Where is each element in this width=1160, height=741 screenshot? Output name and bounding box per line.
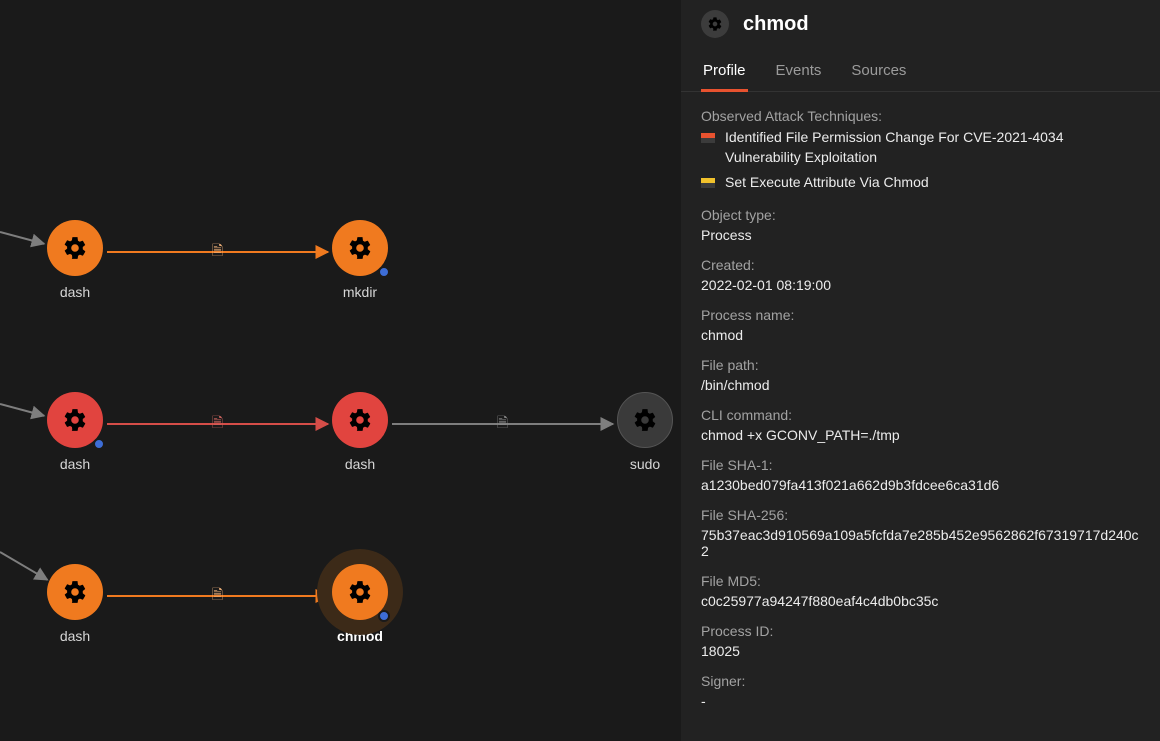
node-label: mkdir	[320, 284, 400, 300]
field-label: Signer:	[701, 673, 1140, 689]
panel-title: chmod	[743, 13, 809, 36]
field-label: File SHA-1:	[701, 457, 1140, 473]
process-graph[interactable]: dash mkdir dash dash sudo dash chmod 🗎 🗎 🗎 🗎	[0, 0, 681, 741]
graph-node-mkdir[interactable]: mkdir	[320, 220, 400, 300]
attack-technique-text: Identified File Permission Change For CV…	[725, 128, 1140, 167]
status-dot-icon	[378, 266, 390, 278]
field-label: Created:	[701, 257, 1140, 273]
field-value: chmod	[701, 327, 1140, 343]
field-value: 75b37eac3d910569a109a5fcfda7e285b452e956…	[701, 527, 1140, 559]
gear-icon	[47, 392, 103, 448]
gear-icon	[332, 220, 388, 276]
graph-node-dash3[interactable]: dash	[320, 392, 400, 472]
field-label: File MD5:	[701, 573, 1140, 589]
panel-header: chmod	[681, 8, 1160, 52]
field-label: Process ID:	[701, 623, 1140, 639]
node-label: sudo	[605, 456, 681, 472]
gear-icon	[47, 220, 103, 276]
graph-node-sudo[interactable]: sudo	[605, 392, 681, 472]
node-label: dash	[35, 284, 115, 300]
field-value: 2022-02-01 08:19:00	[701, 277, 1140, 293]
attack-technique[interactable]: Set Execute Attribute Via Chmod	[701, 173, 1140, 193]
field-label: Process name:	[701, 307, 1140, 323]
status-dot-icon	[93, 438, 105, 450]
gear-icon	[617, 392, 673, 448]
property-fields: Object type: Process Created: 2022-02-01 08…	[701, 207, 1140, 725]
gear-icon	[47, 564, 103, 620]
tab-events[interactable]: Events	[774, 52, 824, 91]
status-dot-icon	[378, 610, 390, 622]
tab-sources[interactable]: Sources	[849, 52, 908, 91]
gear-icon	[701, 10, 729, 38]
file-icon: 🗎	[212, 584, 223, 608]
severity-icon	[701, 133, 715, 143]
field-label: Object type:	[701, 207, 1140, 223]
gear-icon	[332, 564, 388, 620]
field-value: 18025	[701, 643, 1140, 659]
file-icon: 🗎	[212, 412, 223, 436]
field-value: Process	[701, 227, 1140, 243]
attack-technique[interactable]: Identified File Permission Change For CV…	[701, 128, 1140, 167]
graph-node-dash4[interactable]: dash	[35, 564, 115, 644]
field-value: chmod +x GCONV_PATH=./tmp	[701, 427, 1140, 443]
field-value: a1230bed079fa413f021a662d9b3fdcee6ca31d6	[701, 477, 1140, 493]
gear-icon	[332, 392, 388, 448]
severity-icon	[701, 178, 715, 188]
field-label: CLI command:	[701, 407, 1140, 423]
field-label: File SHA-256:	[701, 507, 1140, 523]
graph-node-chmod[interactable]: chmod	[320, 564, 400, 644]
panel-tabs: Profile Events Sources	[681, 52, 1160, 92]
field-value: c0c25977a94247f880eaf4c4db0bc35c	[701, 593, 1140, 609]
node-label: dash	[35, 628, 115, 644]
file-icon: 🗎	[497, 412, 508, 436]
tab-profile[interactable]: Profile	[701, 52, 748, 92]
field-label: File path:	[701, 357, 1140, 373]
field-label: Signer validity:	[701, 723, 1140, 725]
attack-techniques-list: Identified File Permission Change For CV…	[701, 128, 1140, 193]
attack-techniques-label: Observed Attack Techniques:	[701, 108, 1140, 124]
panel-body: Observed Attack Techniques: Identified F…	[681, 92, 1160, 725]
details-panel: chmod Profile Events Sources Observed Atta…	[681, 0, 1160, 741]
attack-technique-text: Set Execute Attribute Via Chmod	[725, 173, 929, 193]
node-label: dash	[35, 456, 115, 472]
file-icon: 🗎	[212, 240, 223, 264]
graph-node-dash2[interactable]: dash	[35, 392, 115, 472]
field-value: -	[701, 693, 1140, 709]
graph-node-dash1[interactable]: dash	[35, 220, 115, 300]
field-value: /bin/chmod	[701, 377, 1140, 393]
node-label: dash	[320, 456, 400, 472]
